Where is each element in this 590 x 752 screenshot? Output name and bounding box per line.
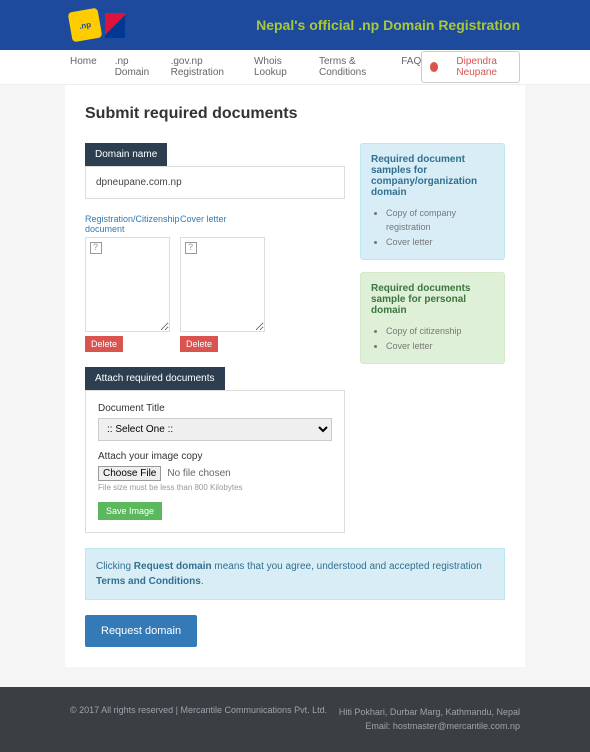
- nav-whois[interactable]: Whois Lookup: [254, 56, 301, 78]
- document-title-select[interactable]: :: Select One ::: [98, 418, 332, 441]
- page-title: Submit required documents: [85, 105, 505, 123]
- nav-faq[interactable]: FAQ: [401, 56, 421, 78]
- doc-title: Cover letter: [180, 214, 265, 234]
- save-image-button[interactable]: Save Image: [98, 502, 162, 520]
- request-domain-button[interactable]: Request domain: [85, 615, 197, 647]
- delete-button[interactable]: Delete: [85, 336, 123, 352]
- navbar: Home .np Domain .gov.np Registration Who…: [0, 50, 590, 85]
- doc-card-cover-letter: Cover letter Delete: [180, 214, 265, 352]
- user-menu-button[interactable]: Dipendra Neupane: [421, 51, 520, 83]
- file-status: No file chosen: [167, 468, 230, 479]
- attach-section: Attach required documents Document Title…: [85, 367, 345, 533]
- nav-links: Home .np Domain .gov.np Registration Who…: [70, 56, 421, 78]
- choose-file-button[interactable]: Choose File: [98, 466, 161, 481]
- file-input-row: Choose File No file chosen: [98, 466, 332, 481]
- domain-name-value: dpneupane.com.np: [85, 166, 345, 199]
- attach-header: Attach required documents: [85, 367, 225, 390]
- doc-preview[interactable]: [180, 237, 265, 332]
- nav-gov-np[interactable]: .gov.np Registration: [171, 56, 236, 78]
- nav-home[interactable]: Home: [70, 56, 97, 78]
- panel-title: Required document samples for company/or…: [371, 154, 494, 198]
- domain-name-header: Domain name: [85, 143, 167, 166]
- flag-icon: [105, 13, 125, 38]
- user-name: Dipendra Neupane: [442, 56, 511, 78]
- logo-icon: .np: [68, 8, 103, 43]
- company-samples-panel: Required document samples for company/or…: [360, 143, 505, 260]
- attach-form: Document Title :: Select One :: Attach y…: [85, 390, 345, 533]
- uploaded-documents-row: Registration/Citizenship document Delete…: [85, 214, 345, 352]
- agree-bold: Request domain: [134, 561, 212, 572]
- agreement-notice: Clicking Request domain means that you a…: [85, 548, 505, 600]
- footer-contact: Hiti Pokhari, Durbar Marg, Kathmandu, Ne…: [339, 705, 520, 734]
- panel-title: Required documents sample for personal d…: [371, 283, 494, 316]
- delete-button[interactable]: Delete: [180, 336, 218, 352]
- header-title: Nepal's official .np Domain Registration: [256, 17, 520, 33]
- footer-copyright: © 2017 All rights reserved | Mercantile …: [70, 705, 327, 734]
- header: .np Nepal's official .np Domain Registra…: [0, 0, 590, 50]
- document-title-label: Document Title: [98, 403, 332, 414]
- list-item: Cover letter: [386, 235, 494, 249]
- doc-card-registration: Registration/Citizenship document Delete: [85, 214, 170, 352]
- main-container: Submit required documents Domain name dp…: [65, 85, 525, 667]
- upload-label: Attach your image copy: [98, 451, 332, 462]
- left-column: Domain name dpneupane.com.np Registratio…: [85, 143, 345, 533]
- doc-preview[interactable]: [85, 237, 170, 332]
- terms-link[interactable]: Terms and Conditions: [96, 576, 201, 587]
- broken-image-icon: [185, 242, 197, 254]
- personal-samples-panel: Required documents sample for personal d…: [360, 272, 505, 364]
- file-size-hint: File size must be less than 800 Kilobyte…: [98, 483, 332, 492]
- list-item: Copy of citizenship: [386, 324, 494, 338]
- nav-terms[interactable]: Terms & Conditions: [319, 56, 383, 78]
- list-item: Cover letter: [386, 339, 494, 353]
- nav-np-domain[interactable]: .np Domain: [115, 56, 153, 78]
- user-icon: [430, 62, 438, 72]
- right-column: Required document samples for company/or…: [360, 143, 505, 533]
- footer: © 2017 All rights reserved | Mercantile …: [0, 687, 590, 752]
- broken-image-icon: [90, 242, 102, 254]
- list-item: Copy of company registration: [386, 206, 494, 235]
- logo-area: .np: [70, 10, 125, 40]
- doc-title: Registration/Citizenship document: [85, 214, 170, 234]
